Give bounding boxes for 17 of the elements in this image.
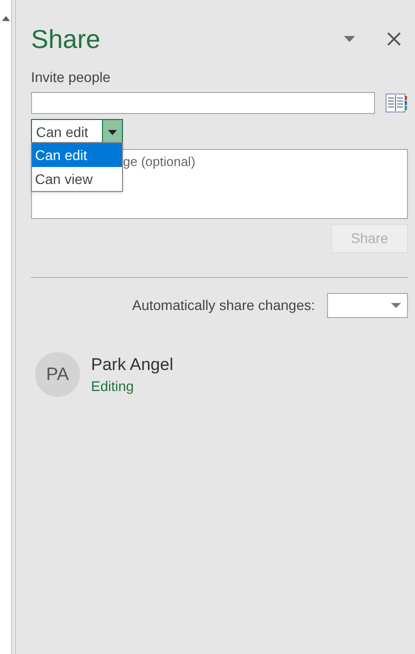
panel-options-icon[interactable] [344,36,355,42]
invite-field[interactable] [31,92,375,114]
menu-item[interactable]: Can view [32,167,122,191]
address-book-icon[interactable] [385,92,407,114]
menu-item[interactable]: Can edit [32,143,122,167]
person-name: Park Angel [91,354,174,376]
panel-title: Share [31,26,102,52]
auto-share-select[interactable] [327,293,408,318]
caret-icon [108,130,117,134]
auto-share-label: Automatically share changes: [132,296,315,315]
close-icon[interactable] [387,32,401,46]
scroll-up-icon[interactable] [2,16,10,21]
caret-icon [391,303,401,308]
person-status: Editing [91,376,135,396]
avatar: PA [35,352,80,397]
invite-label: Invite people [31,68,112,86]
scrollbar[interactable] [0,0,12,654]
